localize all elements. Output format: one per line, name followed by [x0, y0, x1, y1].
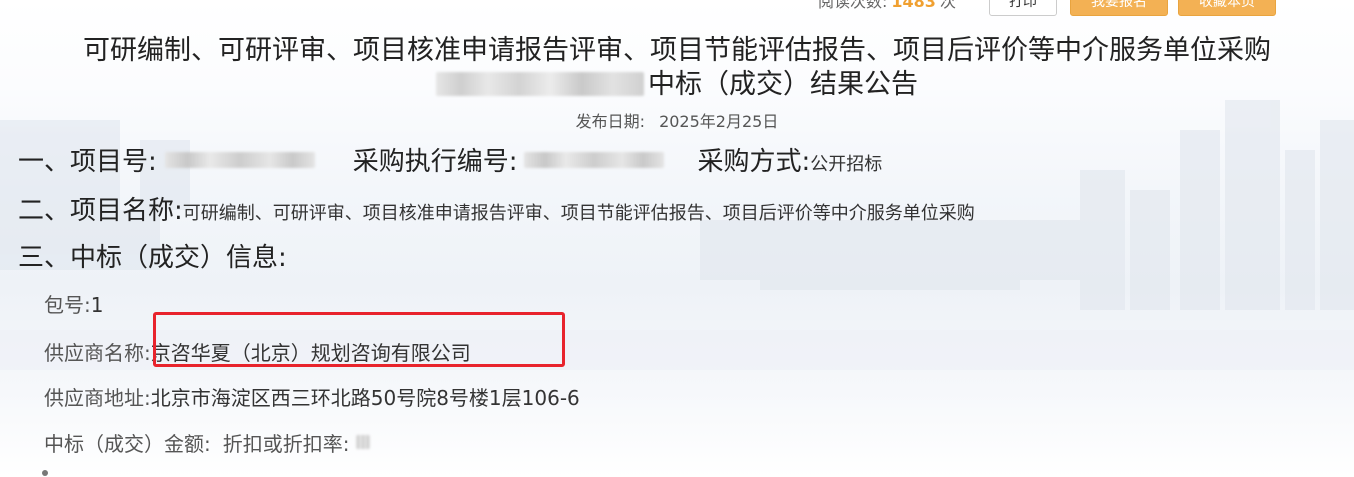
favorite-button[interactable]: 收藏本页	[1178, 0, 1276, 16]
bid-amount-row: 中标（成交）金额: 折扣或折扣率:	[44, 428, 370, 457]
publish-date-value: 2025年2月25日	[659, 112, 779, 131]
page-title-suffix: 中标（成交）结果公告	[648, 69, 918, 100]
bid-info-heading: 三、中标（成交）信息:	[18, 243, 287, 273]
publish-date-label: 发布日期:	[575, 112, 646, 131]
package-label: 包号:	[44, 293, 91, 317]
method-value: 公开招标	[810, 154, 883, 175]
exec-no-label: 采购执行编号:	[352, 147, 518, 177]
page-title-line2: 中标（成交）结果公告	[0, 62, 1354, 101]
project-name-row: 二、项目名称:可研编制、可研评审、项目核准申请报告评审、项目节能评估报告、项目后…	[18, 190, 975, 227]
register-button[interactable]: 我要报名	[1070, 0, 1168, 16]
supplier-name-label: 供应商名称:	[44, 341, 151, 365]
project-info-row: 一、项目号: 采购执行编号: 采购方式:公开招标	[18, 141, 882, 178]
project-name-value: 可研编制、可研评审、项目核准申请报告评审、项目节能评估报告、项目后评价等中介服务…	[182, 203, 975, 224]
views-label: 阅读次数:	[818, 0, 888, 11]
views-count: 1483	[891, 0, 936, 11]
redacted-project-no	[164, 152, 315, 168]
package-row: 包号:1	[44, 289, 103, 318]
bid-amount-label: 中标（成交）金额:	[44, 432, 211, 456]
method-label: 采购方式:	[697, 147, 811, 177]
discount-label: 折扣或折扣率:	[222, 432, 350, 456]
view-counter: 阅读次数: 1483 次	[818, 0, 956, 12]
supplier-highlight-box	[153, 312, 565, 367]
list-bullet	[42, 470, 48, 476]
print-button[interactable]: 打印	[989, 0, 1057, 16]
views-unit: 次	[939, 0, 956, 11]
redacted-project-code	[436, 72, 644, 96]
package-value: 1	[90, 293, 104, 317]
project-name-label: 二、项目名称:	[18, 196, 183, 226]
publish-date: 发布日期: 2025年2月25日	[0, 108, 1354, 132]
project-no-label: 一、项目号:	[18, 147, 157, 177]
supplier-address-label: 供应商地址:	[44, 386, 151, 410]
redacted-discount-value	[355, 435, 370, 449]
supplier-address-row: 供应商地址:北京市海淀区西三环北路50号院8号楼1层106-6	[44, 382, 580, 411]
redacted-exec-no	[523, 152, 664, 168]
supplier-address-value: 北京市海淀区西三环北路50号院8号楼1层106-6	[150, 386, 580, 410]
